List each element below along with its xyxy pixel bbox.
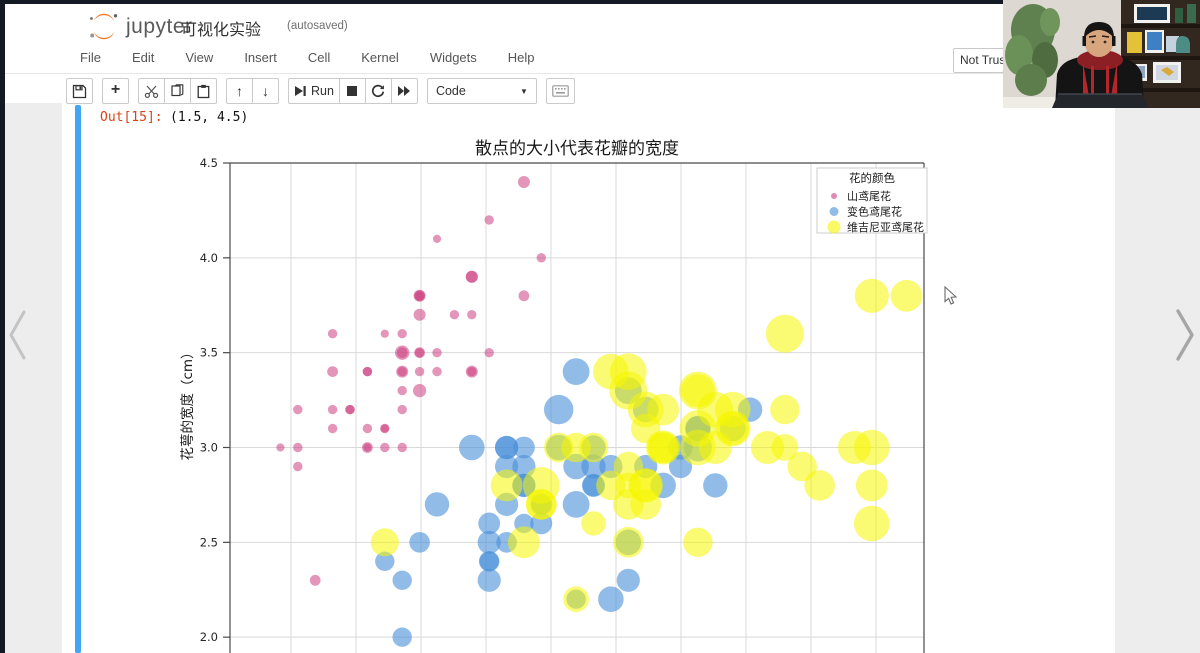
scissors-icon <box>144 84 159 99</box>
y-tick-label: 4.0 <box>200 251 218 265</box>
video-frame-left <box>0 0 5 653</box>
plus-icon: + <box>111 81 120 99</box>
step-forward-icon <box>294 85 307 97</box>
move-cell-up-button[interactable]: ↑ <box>226 78 253 104</box>
save-icon <box>72 84 87 99</box>
arrow-up-icon: ↑ <box>236 83 243 99</box>
restart-kernel-button[interactable] <box>365 78 392 104</box>
webcam-overlay <box>1003 0 1200 108</box>
scatter-plot-output: 4.5 4.0 3.5 3.0 2.5 2.0 散点的大小代表花瓣的宽度花萼的宽度（cm） 花… <box>148 135 948 653</box>
menu-item-view[interactable]: View <box>183 46 215 69</box>
chevron-right-icon <box>1178 311 1192 359</box>
y-tick-label: 2.5 <box>200 535 218 549</box>
interrupt-kernel-button[interactable] <box>339 78 366 104</box>
series-2 <box>371 279 923 612</box>
y-tick-label: 3.5 <box>200 346 218 360</box>
menu-item-cell[interactable]: Cell <box>306 46 332 69</box>
menu-item-widgets[interactable]: Widgets <box>428 46 479 69</box>
jupyter-logo[interactable]: jupyter <box>88 12 193 42</box>
paste-icon <box>196 84 211 99</box>
notebook-toolbar: + <box>66 78 584 104</box>
menu-item-file[interactable]: File <box>78 46 103 69</box>
legend-label: 变色鸢尾花 <box>847 205 902 219</box>
autosave-status: (autosaved) <box>287 20 348 32</box>
restart-run-all-button[interactable] <box>391 78 418 104</box>
stop-icon <box>346 85 358 97</box>
run-label: Run <box>311 84 334 98</box>
fast-forward-icon <box>397 85 411 97</box>
copy-cell-button[interactable] <box>164 78 191 104</box>
menu-item-help[interactable]: Help <box>506 46 537 69</box>
copy-icon <box>170 84 185 99</box>
y-axis-label: 花萼的宽度（cm） <box>179 345 196 460</box>
arrow-down-icon: ↓ <box>262 83 269 99</box>
laptop <box>1052 94 1149 108</box>
run-cell-button[interactable]: Run <box>288 78 340 104</box>
series-0 <box>276 176 546 586</box>
keyboard-icon <box>552 85 569 97</box>
paste-cell-button[interactable] <box>190 78 217 104</box>
menu-bar: File Edit View Insert Cell Kernel Widgets Help <box>78 46 537 69</box>
legend-title: 花的颜色 <box>849 171 895 185</box>
menu-item-insert[interactable]: Insert <box>242 46 279 69</box>
command-palette-button[interactable] <box>546 78 575 104</box>
chevron-down-icon: ▼ <box>520 87 528 96</box>
legend-label: 山鸢尾花 <box>847 189 891 203</box>
y-tick-label: 2.0 <box>200 630 218 644</box>
menu-item-edit[interactable]: Edit <box>130 46 156 69</box>
cell-type-dropdown[interactable]: Code ▼ <box>427 78 537 104</box>
legend: 花的颜色山鸢尾花变色鸢尾花维吉尼亚鸢尾花 <box>817 168 927 234</box>
cell-type-value: Code <box>436 84 466 98</box>
save-button[interactable] <box>66 78 93 104</box>
output-value: (1.5, 4.5) <box>170 110 248 125</box>
mouse-cursor <box>944 286 958 306</box>
selected-cell-indicator[interactable] <box>75 105 81 653</box>
next-slide-button[interactable] <box>1170 304 1198 366</box>
notebook-title[interactable]: 可视化实验 <box>181 16 261 40</box>
previous-slide-button[interactable] <box>4 306 30 364</box>
scatter-plot: 4.5 4.0 3.5 3.0 2.5 2.0 散点的大小代表花瓣的宽度花萼的宽度（cm） 花… <box>148 135 948 653</box>
y-tick-label: 3.0 <box>200 441 218 455</box>
insert-cell-button[interactable]: + <box>102 78 129 104</box>
move-cell-down-button[interactable]: ↓ <box>252 78 279 104</box>
chevron-left-icon <box>11 312 24 358</box>
menu-item-kernel[interactable]: Kernel <box>359 46 401 69</box>
restart-icon <box>371 84 385 98</box>
y-tick-label: 4.5 <box>200 156 218 170</box>
output-prompt: Out[15]: <box>100 110 163 125</box>
cut-cell-button[interactable] <box>138 78 165 104</box>
chart-title: 散点的大小代表花瓣的宽度 <box>475 139 679 159</box>
jupyter-logo-icon <box>88 12 120 42</box>
screen: jupyter 可视化实验 (autosaved) File Edit View In… <box>0 0 1200 653</box>
legend-label: 维吉尼亚鸢尾花 <box>847 220 924 234</box>
trust-status-button[interactable]: Not Trust <box>953 48 1004 73</box>
